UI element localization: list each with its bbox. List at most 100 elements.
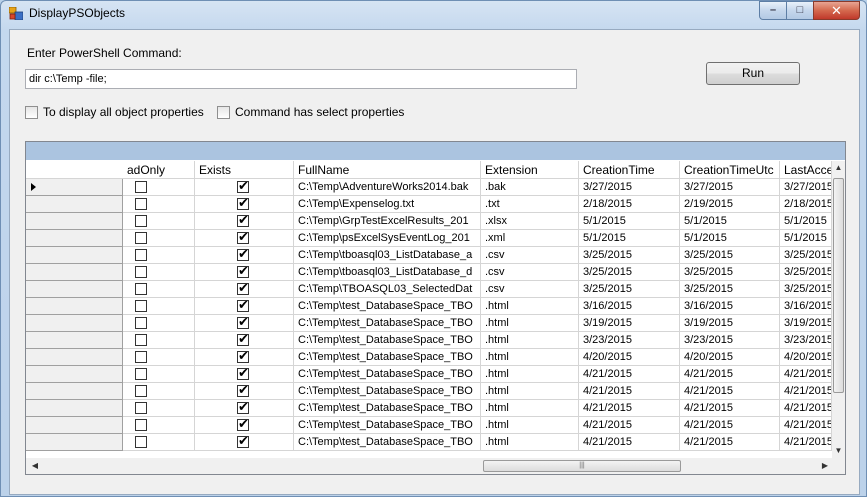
row-header[interactable]: [26, 247, 123, 264]
ctimeutc-cell[interactable]: 3/27/2015: [680, 179, 780, 196]
table-row[interactable]: ✔ C:\Temp\test_DatabaseSpace_TBO .html 3/19…: [26, 315, 832, 332]
fullname-cell[interactable]: C:\Temp\test_DatabaseSpace_TBO: [294, 366, 481, 383]
table-row[interactable]: ✔ C:\Temp\AdventureWorks2014.bak .bak 3/27/…: [26, 179, 832, 196]
ctimeutc-cell[interactable]: 3/16/2015: [680, 298, 780, 315]
ctime-cell[interactable]: 4/21/2015: [579, 383, 680, 400]
lastacc-cell[interactable]: 3/27/2015: [780, 179, 832, 196]
exists-cell[interactable]: ✔: [195, 383, 294, 400]
checkbox[interactable]: ✔: [237, 434, 249, 448]
row-header[interactable]: [26, 298, 123, 315]
exists-cell[interactable]: ✔: [195, 366, 294, 383]
table-row[interactable]: ✔ C:\Temp\test_DatabaseSpace_TBO .html 3/23…: [26, 332, 832, 349]
checkbox[interactable]: [135, 249, 147, 261]
table-row[interactable]: ✔ C:\Temp\test_DatabaseSpace_TBO .html 4/21…: [26, 434, 832, 451]
lastacc-cell[interactable]: 4/21/2015: [780, 417, 832, 434]
ctime-cell[interactable]: 5/1/2015: [579, 230, 680, 247]
checkbox[interactable]: [135, 198, 147, 210]
ctimeutc-cell[interactable]: 3/25/2015: [680, 264, 780, 281]
lastacc-cell[interactable]: 4/21/2015: [780, 400, 832, 417]
checkbox[interactable]: [135, 351, 147, 363]
ctime-cell[interactable]: 3/23/2015: [579, 332, 680, 349]
ext-cell[interactable]: .html: [481, 349, 579, 366]
horizontal-scrollbar[interactable]: ◀ ||| ▶: [26, 458, 832, 474]
checkbox[interactable]: [135, 334, 147, 346]
lastacc-cell[interactable]: 4/20/2015: [780, 349, 832, 366]
row-header[interactable]: [26, 332, 123, 349]
checkbox[interactable]: [135, 385, 147, 397]
exists-cell[interactable]: ✔: [195, 332, 294, 349]
fullname-cell[interactable]: C:\Temp\TBOASQL03_SelectedDat: [294, 281, 481, 298]
ctimeutc-cell[interactable]: 4/21/2015: [680, 434, 780, 451]
lastacc-cell[interactable]: 3/25/2015: [780, 264, 832, 281]
checkbox[interactable]: [135, 215, 147, 227]
ctime-cell[interactable]: 4/21/2015: [579, 417, 680, 434]
readonly-cell[interactable]: [123, 213, 195, 230]
ctime-cell[interactable]: 3/27/2015: [579, 179, 680, 196]
checkbox[interactable]: ✔: [237, 179, 249, 193]
ctime-cell[interactable]: 3/19/2015: [579, 315, 680, 332]
readonly-cell[interactable]: [123, 196, 195, 213]
ctimeutc-cell[interactable]: 3/25/2015: [680, 281, 780, 298]
readonly-cell[interactable]: [123, 247, 195, 264]
ctime-cell[interactable]: 4/20/2015: [579, 349, 680, 366]
checkbox[interactable]: ✔: [237, 213, 249, 227]
checkbox[interactable]: [135, 402, 147, 414]
ctimeutc-cell[interactable]: 5/1/2015: [680, 213, 780, 230]
ctime-cell[interactable]: 3/25/2015: [579, 247, 680, 264]
ctimeutc-cell[interactable]: 4/20/2015: [680, 349, 780, 366]
checkbox[interactable]: [135, 436, 147, 448]
readonly-cell[interactable]: [123, 366, 195, 383]
row-header[interactable]: [26, 383, 123, 400]
fullname-cell[interactable]: C:\Temp\Expenselog.txt: [294, 196, 481, 213]
row-header[interactable]: [26, 264, 123, 281]
column-header[interactable]: CreationTime: [579, 161, 680, 179]
checkbox[interactable]: ✔: [237, 366, 249, 380]
command-input[interactable]: [25, 69, 577, 89]
ctimeutc-cell[interactable]: 4/21/2015: [680, 366, 780, 383]
row-header[interactable]: [26, 349, 123, 366]
column-header[interactable]: Extension: [481, 161, 579, 179]
ext-cell[interactable]: .html: [481, 383, 579, 400]
lastacc-cell[interactable]: 5/1/2015: [780, 213, 832, 230]
checkbox[interactable]: [135, 283, 147, 295]
checkbox-box[interactable]: [25, 105, 38, 119]
row-header[interactable]: [26, 213, 123, 230]
exists-cell[interactable]: ✔: [195, 247, 294, 264]
checkbox[interactable]: ✔: [237, 247, 249, 261]
lastacc-cell[interactable]: 3/25/2015: [780, 247, 832, 264]
checkbox[interactable]: [135, 300, 147, 312]
checkbox[interactable]: [135, 266, 147, 278]
checkbox[interactable]: [135, 368, 147, 380]
ext-cell[interactable]: .csv: [481, 281, 579, 298]
table-row[interactable]: ✔ C:\Temp\test_DatabaseSpace_TBO .html 4/21…: [26, 366, 832, 383]
ctimeutc-cell[interactable]: 3/19/2015: [680, 315, 780, 332]
maximize-button[interactable]: □: [786, 1, 814, 20]
ctime-cell[interactable]: 3/25/2015: [579, 281, 680, 298]
column-header[interactable]: LastAcce: [780, 161, 832, 179]
exists-cell[interactable]: ✔: [195, 400, 294, 417]
row-header[interactable]: [26, 434, 123, 451]
ext-cell[interactable]: .html: [481, 417, 579, 434]
readonly-cell[interactable]: [123, 349, 195, 366]
table-row[interactable]: ✔ C:\Temp\tboasql03_ListDatabase_a .csv 3/2…: [26, 247, 832, 264]
ext-cell[interactable]: .html: [481, 366, 579, 383]
exists-cell[interactable]: ✔: [195, 196, 294, 213]
ctime-cell[interactable]: 2/18/2015: [579, 196, 680, 213]
exists-cell[interactable]: ✔: [195, 298, 294, 315]
readonly-cell[interactable]: [123, 298, 195, 315]
exists-cell[interactable]: ✔: [195, 213, 294, 230]
ext-cell[interactable]: .bak: [481, 179, 579, 196]
row-header[interactable]: [26, 315, 123, 332]
scroll-right-icon[interactable]: ▶: [818, 458, 832, 474]
title-bar[interactable]: DisplayPSObjects – □ ✕: [1, 1, 866, 27]
ctimeutc-cell[interactable]: 4/21/2015: [680, 383, 780, 400]
display-all-properties-checkbox[interactable]: To display all object properties: [25, 105, 204, 119]
fullname-cell[interactable]: C:\Temp\test_DatabaseSpace_TBO: [294, 332, 481, 349]
fullname-cell[interactable]: C:\Temp\AdventureWorks2014.bak: [294, 179, 481, 196]
exists-cell[interactable]: ✔: [195, 281, 294, 298]
checkbox[interactable]: ✔: [237, 264, 249, 278]
checkbox[interactable]: [135, 181, 147, 193]
scroll-left-icon[interactable]: ◀: [28, 458, 42, 474]
row-header[interactable]: [26, 400, 123, 417]
checkbox[interactable]: ✔: [237, 298, 249, 312]
